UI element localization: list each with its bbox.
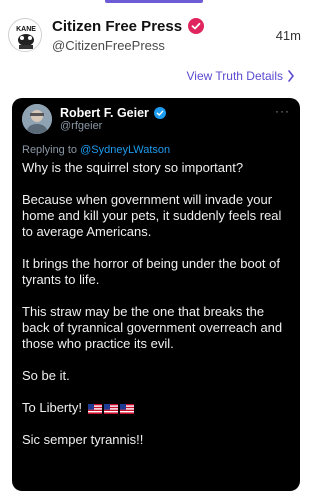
- embed-author-handle[interactable]: @rfgeier: [60, 120, 102, 132]
- verified-badge-icon: [188, 18, 205, 34]
- chevron-right-icon: [288, 70, 294, 82]
- replying-to-line: Replying to @SydneyLWatson: [22, 144, 170, 156]
- tweet-paragraph-liberty: To Liberty!: [22, 400, 294, 416]
- view-truth-details-link[interactable]: View Truth Details: [187, 68, 296, 84]
- tweet-paragraph: This straw may be the one that breaks th…: [22, 304, 283, 351]
- replying-prefix: Replying to: [22, 144, 81, 156]
- embedded-tweet[interactable]: Robert F. Geier @rfgeier ··· Replying to…: [12, 98, 300, 491]
- active-tab-accent: [105, 0, 203, 3]
- tweet-paragraph: Because when government will invade your…: [22, 192, 282, 239]
- tweet-paragraph: It brings the horror of being under the …: [22, 256, 281, 287]
- embed-author-name[interactable]: Robert F. Geier: [60, 106, 149, 120]
- view-truth-details-label: View Truth Details: [186, 69, 284, 83]
- us-flag-icon: [103, 403, 118, 414]
- liberty-text: To Liberty!: [22, 400, 82, 415]
- author-avatar[interactable]: KANE: [8, 18, 42, 52]
- embed-author-avatar[interactable]: [22, 104, 52, 134]
- svg-text:KANE: KANE: [16, 26, 36, 33]
- flags-group: [87, 403, 134, 414]
- verified-badge-icon: [153, 107, 166, 119]
- us-flag-icon: [87, 403, 102, 414]
- us-flag-icon: [119, 403, 134, 414]
- top-tab-indicator: [0, 0, 313, 4]
- post-timestamp[interactable]: 41m: [276, 28, 301, 43]
- tweet-body: Why is the squirrel story so important? …: [22, 160, 294, 464]
- post-header: KANE Citizen Free Press @CitizenFreePres…: [0, 8, 313, 60]
- more-icon[interactable]: ···: [275, 104, 290, 118]
- tweet-paragraph: Sic semper tyrannis!!: [22, 432, 144, 447]
- author-name[interactable]: Citizen Free Press: [52, 18, 182, 35]
- tweet-paragraph: Why is the squirrel story so important?: [22, 160, 244, 175]
- author-handle[interactable]: @CitizenFreePress: [52, 38, 165, 53]
- tweet-paragraph: So be it.: [22, 368, 70, 383]
- replying-to-mention[interactable]: @SydneyLWatson: [80, 144, 170, 156]
